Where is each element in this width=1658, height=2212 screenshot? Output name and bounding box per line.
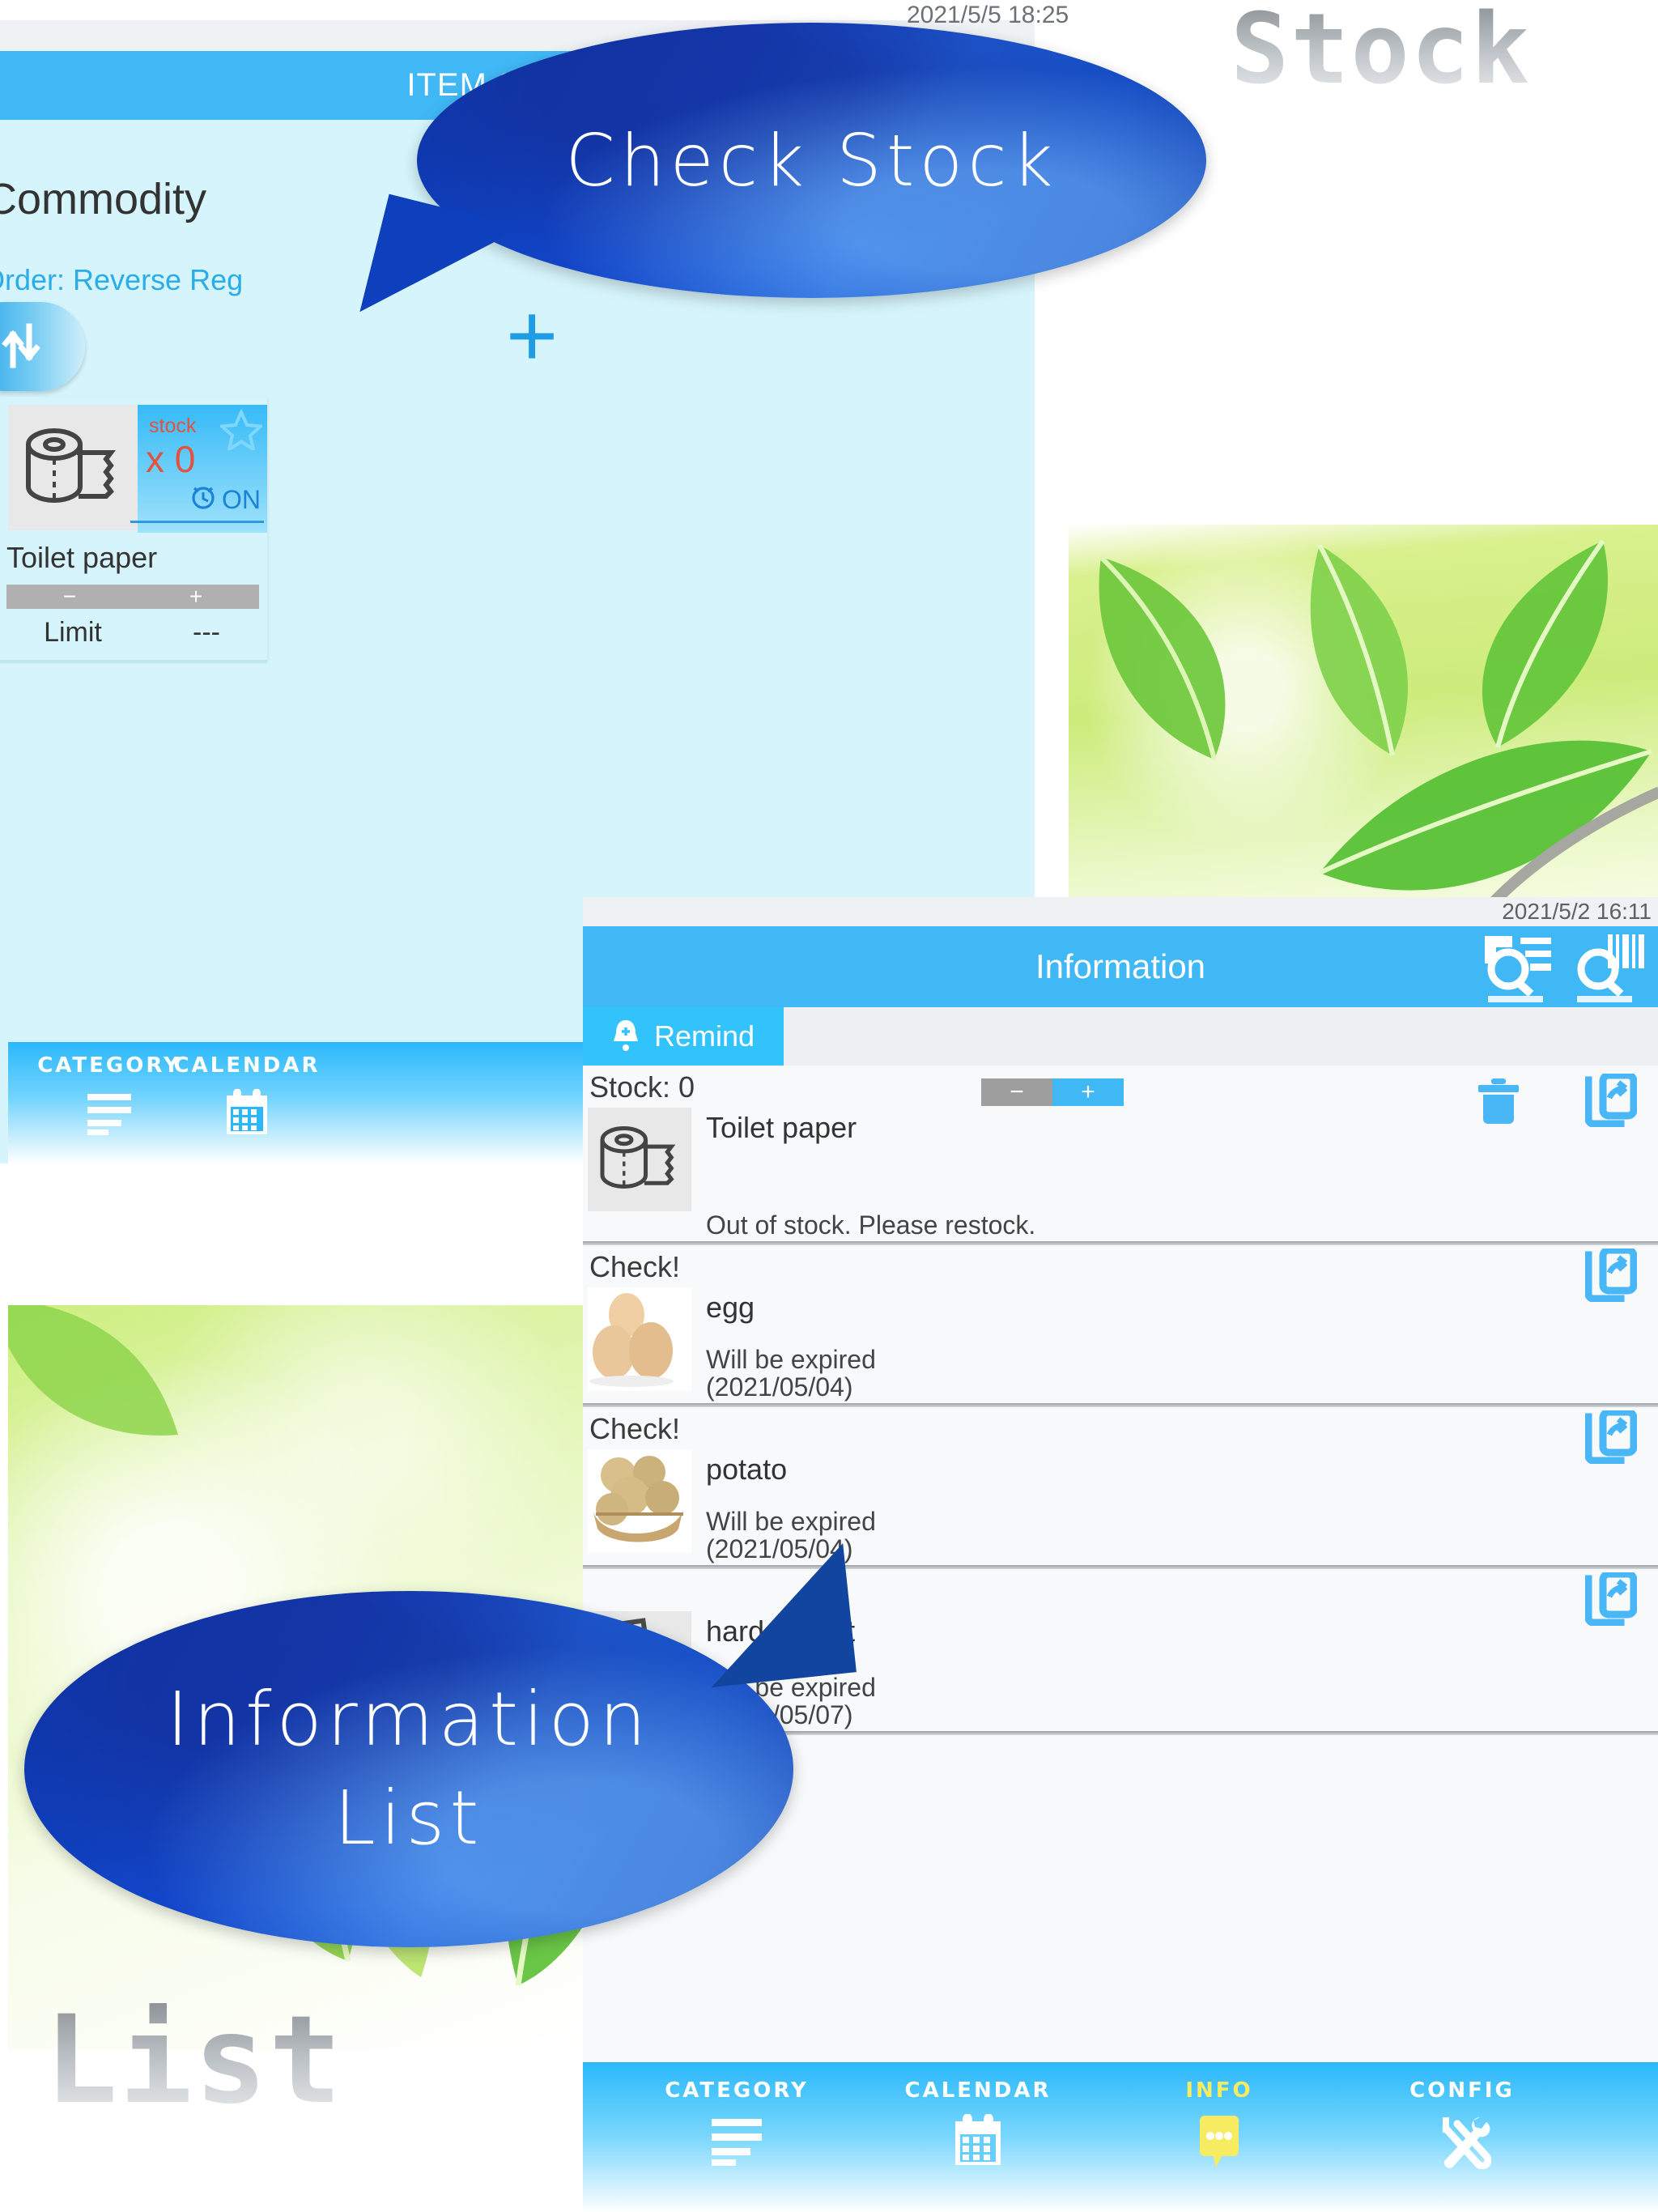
info-row-toilet-paper[interactable]: Stock: 0 − + Toilet paper Out of stock. … [583, 1066, 1658, 1245]
screenshot-stage: ITEM SELECT Commodity Order: Reverse Reg [0, 0, 1658, 2212]
right-appbar-title: Information [1035, 947, 1206, 985]
row-message: Out of stock. Please restock. [706, 1210, 1036, 1240]
callout-check-stock: Check Stock [359, 23, 1206, 346]
card-divider [0, 660, 267, 663]
share-card-icon[interactable] [1584, 1246, 1638, 1306]
nav-item-info[interactable]: INFO [1085, 2078, 1354, 2169]
nav-item-config[interactable]: CONFIG [1328, 2078, 1596, 2169]
toilet-paper-icon [8, 405, 138, 530]
left-bottom-nav: CATEGORY CALENDAR [8, 1042, 583, 1163]
row-name: egg [706, 1291, 755, 1324]
list-lines-icon [602, 2114, 871, 2167]
section-title: Commodity [0, 175, 207, 223]
row-tag-check: Check! [589, 1412, 681, 1445]
share-card-icon[interactable] [1584, 1071, 1638, 1131]
sort-button[interactable] [0, 302, 85, 391]
alarm-status[interactable]: ON [189, 483, 261, 517]
nav-item-category[interactable]: CATEGORY [602, 2078, 871, 2167]
row-name: potato [706, 1453, 788, 1486]
row-stepper-plus[interactable]: + [1052, 1078, 1124, 1106]
speech-bubble-icon [1085, 2114, 1354, 2169]
bell-plus-icon [610, 1017, 641, 1057]
info-row-egg[interactable]: Check! egg Will be expired (2021/05/04) [583, 1245, 1658, 1407]
potato-photo [588, 1449, 691, 1553]
alarm-clock-icon [189, 483, 217, 517]
callout-information-list-line1: Information [166, 1676, 652, 1763]
row-message: Will be expired (2021/05/04) [706, 1345, 876, 1402]
row-tag-stock: Stock: 0 [589, 1070, 695, 1104]
appbar-icons [1480, 931, 1650, 1006]
eggs-photo [588, 1287, 691, 1391]
tab-remind[interactable]: Remind [583, 1007, 784, 1066]
nav-label-calendar: CALENDAR [173, 1053, 321, 1078]
tab-strip-filler [784, 1007, 1658, 1066]
commodity-stepper[interactable]: − + [6, 585, 259, 609]
leaves-background-image-right [1069, 525, 1658, 919]
brand-word-stock: Stock [1231, 0, 1532, 106]
right-status-time: 2021/5/2 16:11 [1502, 899, 1652, 924]
callout-check-stock-text: Check Stock [565, 118, 1058, 202]
stepper-minus-button[interactable]: − [6, 585, 133, 609]
trash-icon[interactable] [1475, 1077, 1522, 1129]
wrench-screwdriver-icon [1328, 2114, 1596, 2169]
add-item-button[interactable]: + [506, 291, 558, 381]
row-name: Toilet paper [706, 1111, 857, 1144]
share-card-icon[interactable] [1584, 1570, 1638, 1630]
nav-label-info: INFO [1185, 2078, 1253, 2103]
sort-updown-icon [1, 320, 44, 374]
commodity-name: Toilet paper [6, 541, 158, 574]
limit-row: Limit --- [0, 617, 267, 649]
info-row-potato[interactable]: Check! potato Will be expired (2021/05/0… [583, 1407, 1658, 1569]
share-card-icon[interactable] [1584, 1408, 1638, 1468]
callout-information-list-line2: List [334, 1775, 484, 1861]
nav-item-calendar[interactable]: CALENDAR [166, 1053, 328, 1138]
row-stepper[interactable]: − + [981, 1078, 1124, 1106]
document-search-icon[interactable] [1480, 931, 1558, 1006]
row-stepper-minus[interactable]: − [981, 1078, 1052, 1106]
nav-label-config: CONFIG [1409, 2078, 1515, 2103]
nav-label-calendar: CALENDAR [904, 2078, 1052, 2103]
brand-word-list: List [45, 1990, 344, 2131]
stepper-plus-button[interactable]: + [133, 585, 259, 609]
right-app-bar: Information [583, 926, 1658, 1007]
stock-word-label: stock [149, 415, 197, 437]
commodity-card[interactable]: stock x 0 ON Toilet paper − + Limit --- [0, 397, 267, 663]
calendar-icon [166, 1089, 328, 1138]
order-label: Order: Reverse Reg [0, 263, 244, 296]
nav-label-category: CATEGORY [665, 2078, 809, 2103]
callout-information-list: Information List [24, 1543, 857, 1947]
right-bottom-nav: CATEGORY CALENDAR INFO CONFIG [583, 2062, 1658, 2212]
limit-label: Limit [44, 617, 102, 648]
stock-count: x 0 [146, 438, 196, 480]
alarm-state-label: ON [222, 484, 261, 514]
toilet-paper-icon [588, 1108, 691, 1211]
right-status-bar: 2021/5/2 16:11 [583, 897, 1658, 926]
callout-tail [698, 1543, 857, 1687]
left-status-time: 2021/5/5 18:25 [907, 2, 1069, 28]
tab-remind-label: Remind [654, 1019, 755, 1053]
limit-value: --- [193, 617, 220, 648]
calendar-icon [844, 2114, 1112, 2169]
star-outline-icon[interactable] [218, 408, 265, 454]
row-tag-check: Check! [589, 1250, 681, 1283]
nav-item-calendar[interactable]: CALENDAR [844, 2078, 1112, 2169]
alarm-underline [130, 521, 264, 523]
barcode-search-icon[interactable] [1572, 931, 1650, 1006]
stock-box: stock x 0 ON [130, 405, 267, 533]
